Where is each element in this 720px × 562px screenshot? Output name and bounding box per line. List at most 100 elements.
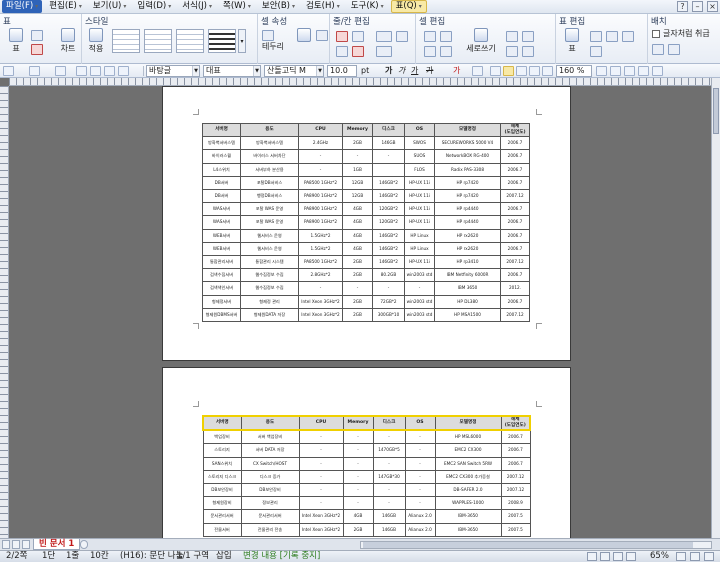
table-cell[interactable]: -	[342, 443, 374, 458]
table-cell[interactable]: -	[342, 483, 374, 498]
table-cell[interactable]: -	[298, 456, 344, 471]
table-cell[interactable]: HP-UX 11i	[404, 215, 435, 230]
table-cell[interactable]: -	[372, 483, 406, 498]
table-cell[interactable]: -	[372, 149, 405, 164]
table-cell[interactable]: 바이러스 서버차단	[240, 149, 299, 164]
table-cell[interactable]: 147GB*30	[372, 469, 406, 485]
table-cell[interactable]: -	[372, 456, 406, 471]
equal-height-icon[interactable]	[396, 31, 408, 42]
table-cell[interactable]: 80.2GB	[372, 268, 405, 283]
table-cell[interactable]: HP Linux	[404, 228, 435, 243]
table-cell[interactable]: 형제원DBMS서버	[202, 307, 241, 323]
table-row[interactable]: 스토리지 디스크 디스크 증가 - -147GB*30- EMC2 CX300 추가증설…	[202, 469, 531, 485]
table-row[interactable]: 형제정서버 형제정 관리 Intel Xeon 3GHz*2 2GB 72GB*2 win…	[202, 294, 530, 309]
new-doc-icon[interactable]	[3, 66, 14, 76]
italic-button[interactable]: 가	[398, 66, 405, 76]
view-web-icon[interactable]	[613, 552, 623, 561]
table-cell[interactable]: Intel Xeon 3GHz*2	[298, 294, 343, 309]
table-cell[interactable]: HP rp7420	[434, 189, 501, 204]
table-cell[interactable]: -	[404, 281, 435, 296]
horizontal-ruler[interactable]	[9, 78, 712, 86]
table-cell[interactable]: HP rp4440	[434, 202, 501, 217]
table-cell[interactable]: 형제원장비	[202, 496, 242, 511]
table-cell[interactable]: HP rx2620	[434, 241, 501, 257]
insert-row-icon[interactable]	[336, 31, 348, 42]
column-header[interactable]: 해체 (도입연도)	[500, 122, 530, 138]
table-row[interactable]: WEB서버 웹서비스 운영 1.5GHz*2 4GB 146GB*2 HP Linux HP…	[202, 228, 530, 243]
table-cell[interactable]: 웹서비스 운영	[240, 228, 299, 243]
table-row[interactable]: WEB서버 웹서비스 운영 1.5GHz*2 4GB 146GB*2 HP Linux HP…	[202, 241, 530, 257]
table-cell[interactable]: 2007.12	[500, 307, 530, 323]
menu-tools[interactable]: 도구(K) ▾	[347, 0, 388, 13]
table-cell[interactable]: WAS서버	[202, 202, 241, 217]
table-cell[interactable]: 2006.7	[500, 149, 530, 164]
table-cell[interactable]: 서버 DATA 저장	[240, 443, 300, 458]
table-cell[interactable]: 146GB*2	[372, 255, 405, 270]
table-cell[interactable]: 120GB*2	[372, 202, 405, 217]
style-select[interactable]: 바탕글 ▼	[146, 65, 200, 77]
merge-cells-icon[interactable]	[376, 31, 392, 42]
table-cell[interactable]: 2GB	[342, 307, 373, 323]
language-select[interactable]: 대표 ▼	[203, 65, 261, 77]
zoom-full-icon[interactable]	[704, 552, 714, 561]
table-cell[interactable]: -	[298, 149, 343, 164]
table-cell[interactable]: PA8900 1GHz*2	[298, 189, 343, 204]
table-row[interactable]: DB서버 포탈DB서비스 PA8500 1GHz*2 12GB 146GB*2 HP-UX…	[202, 175, 530, 191]
table-cell[interactable]: -	[342, 281, 373, 296]
table-cell[interactable]: DB-SAFER 2.0	[434, 483, 502, 498]
close-icon[interactable]: ×	[707, 1, 718, 12]
align-center-icon[interactable]	[516, 66, 527, 76]
table-cell[interactable]: 2006.7	[500, 456, 531, 471]
column-header[interactable]: 모델명정	[434, 122, 501, 138]
table-cell[interactable]: 2006.7	[500, 162, 530, 177]
table-cell[interactable]: -	[404, 469, 436, 485]
chart-button[interactable]: 차트	[56, 28, 80, 54]
minimize-icon[interactable]: –	[692, 1, 703, 12]
column-header[interactable]: 해체 (도입연도)	[500, 414, 531, 432]
horizontal-scrollbar[interactable]	[360, 541, 712, 549]
table-cell[interactable]: 146GB*2	[372, 175, 405, 191]
add-tab-icon[interactable]	[80, 540, 88, 549]
align-middle-icon[interactable]	[522, 31, 534, 42]
table-cell[interactable]: Alianux 2.0	[404, 509, 436, 524]
table-cell[interactable]: HP-UX 11i	[404, 175, 435, 191]
table-cell[interactable]: 검색색인서버	[202, 281, 241, 296]
outdent-icon[interactable]	[610, 66, 621, 76]
table-cell[interactable]: CX Switch/HOST	[240, 456, 300, 471]
table-cell[interactable]: 문서관리서버	[240, 509, 300, 524]
table-style-2[interactable]	[144, 29, 172, 53]
document-page-2[interactable]: 서버명 용도 CPU Memory 디스크 OS 모델명정 해체 (도입연도) 백업장비 서버 백…	[162, 367, 571, 538]
table-cell[interactable]: HP Linux	[404, 241, 435, 257]
column-header[interactable]: 용도	[240, 122, 299, 138]
highlight-icon[interactable]	[472, 66, 483, 76]
treat-as-char-checkbox[interactable]: 글자처럼 취급	[652, 28, 710, 39]
table-cell[interactable]: -	[298, 469, 344, 485]
table-cell[interactable]: 2GB	[342, 268, 373, 283]
table-cell[interactable]: 문서관리서버	[202, 509, 242, 524]
view-page-icon[interactable]	[600, 552, 610, 561]
cell-align-icon[interactable]	[316, 30, 328, 41]
table-cell[interactable]: 형제원DATA 저장	[240, 307, 299, 323]
menu-format[interactable]: 서식(J) ▾	[178, 0, 216, 13]
apply-options-button[interactable]: 적용	[84, 28, 108, 54]
table-cell[interactable]: HP-UX 11i	[404, 189, 435, 204]
table-row[interactable]: 방화벽서버스템 방화벽서버스템 2.4GHz 2GB 146GB SWOS SECUREWO…	[202, 136, 530, 151]
table-cell[interactable]: Intel Xeon 3GHz*2	[298, 509, 344, 524]
column-header[interactable]: Memory	[342, 122, 373, 138]
underline-button[interactable]: 가	[411, 66, 418, 76]
table-cell[interactable]: win2003 std	[404, 307, 435, 323]
table-calc-icon[interactable]	[590, 46, 602, 57]
status-track-changes[interactable]: 변경 내용 [기록 중지]	[243, 551, 320, 562]
table-row[interactable]: 형제원DBMS서버 형제원DATA 저장 Intel Xeon 3GHz*2 2GB 3…	[202, 307, 530, 323]
align-justify-icon[interactable]	[490, 66, 501, 76]
table-cell[interactable]: -	[372, 429, 406, 445]
table-cell[interactable]: WAPPLES-1000	[434, 496, 502, 511]
cell-split-icon[interactable]	[440, 31, 452, 42]
table-cell[interactable]: 2006.7	[500, 294, 530, 309]
table-join-icon[interactable]	[606, 31, 618, 42]
menu-edit[interactable]: 편집(E) ▾	[45, 0, 86, 13]
table-style-3[interactable]	[176, 29, 204, 53]
open-icon[interactable]	[29, 66, 40, 76]
table-cell[interactable]: 2006.7	[500, 443, 531, 458]
wrap-icon[interactable]	[652, 44, 664, 55]
